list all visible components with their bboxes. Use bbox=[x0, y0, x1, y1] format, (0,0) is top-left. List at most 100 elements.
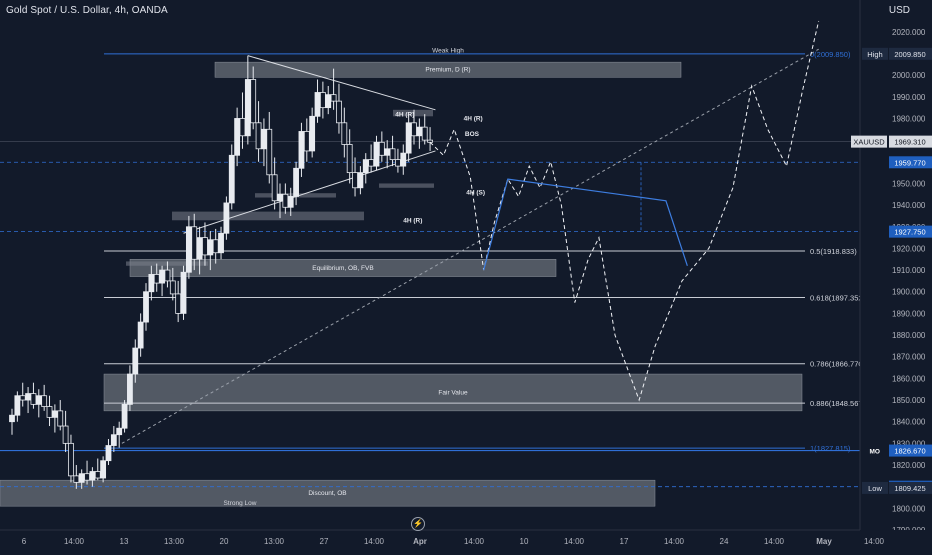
candle-body bbox=[293, 167, 299, 197]
x-tick-label: 13:00 bbox=[264, 537, 285, 546]
lightning-icon[interactable]: ⚡ bbox=[411, 517, 425, 531]
structure-annotation: 4H (R) bbox=[395, 111, 414, 118]
candle-body bbox=[105, 445, 112, 462]
candle-body bbox=[127, 373, 133, 405]
candle-body bbox=[405, 122, 412, 154]
y-tick-label: 1950.000 bbox=[892, 179, 926, 188]
candle-body bbox=[411, 122, 417, 137]
candle-body bbox=[68, 442, 74, 477]
candle-body bbox=[57, 410, 64, 427]
candle-body bbox=[261, 128, 267, 150]
candle-body bbox=[298, 131, 305, 169]
chart-area[interactable]: Weak High Premium, D (R) Equilibrium, OB, … bbox=[0, 0, 932, 550]
y-tick-label: 1880.000 bbox=[892, 331, 926, 340]
candle-body bbox=[191, 226, 198, 260]
zone-label: Discount, OB bbox=[308, 490, 346, 497]
zone-label: Fair Value bbox=[438, 389, 468, 396]
candle-body bbox=[30, 393, 37, 405]
y-tick-label: 1890.000 bbox=[892, 309, 926, 318]
candle-body bbox=[427, 139, 433, 143]
x-tick-label: 6 bbox=[22, 537, 27, 546]
candle-body bbox=[228, 154, 235, 204]
candle-body bbox=[175, 293, 182, 314]
extreme-tag-label: High bbox=[867, 50, 882, 59]
y-tick-label: 1910.000 bbox=[892, 266, 926, 275]
x-tick-label: 14:00 bbox=[364, 537, 385, 546]
structure-annotation: 4H (R) bbox=[403, 217, 422, 224]
candle-body bbox=[341, 122, 348, 145]
price-tag-value: 2009.850 bbox=[894, 50, 925, 59]
candle-body bbox=[14, 395, 21, 416]
order-block-box bbox=[172, 211, 364, 221]
candle-body bbox=[378, 141, 385, 156]
price-chart[interactable]: Weak HighPremium, D (R)Equilibrium, OB, … bbox=[0, 0, 932, 550]
fib-level-label: 0.786(1866.770) bbox=[810, 360, 866, 369]
fib-level-label: 0.618(1897.352) bbox=[810, 293, 866, 302]
candle-body bbox=[132, 347, 139, 375]
candle-body bbox=[255, 122, 262, 150]
candle-body bbox=[19, 395, 26, 401]
zone-label: Premium, D (R) bbox=[425, 67, 470, 74]
candle-body bbox=[9, 414, 15, 423]
x-tick-label: 14:00 bbox=[764, 537, 785, 546]
x-tick-label: 14:00 bbox=[64, 537, 85, 546]
y-tick-label: 1900.000 bbox=[892, 288, 926, 297]
x-tick-label: May bbox=[816, 537, 832, 546]
candle-body bbox=[153, 274, 160, 284]
candle-body bbox=[62, 425, 69, 444]
candle-body bbox=[395, 159, 401, 167]
candle-body bbox=[250, 79, 257, 124]
y-tick-label: 1990.000 bbox=[892, 93, 926, 102]
level-tag-label: MO bbox=[870, 449, 880, 456]
chart-title: Gold Spot / U.S. Dollar, 4h, OANDA bbox=[6, 5, 168, 16]
candle-body bbox=[239, 118, 246, 137]
candle-body bbox=[212, 239, 219, 254]
candle-body bbox=[416, 126, 423, 137]
y-tick-label: 1850.000 bbox=[892, 396, 926, 405]
structure-annotation: 4H (R) bbox=[464, 116, 483, 123]
candle-body bbox=[325, 94, 332, 109]
candle-body bbox=[389, 148, 396, 161]
candle-body bbox=[110, 434, 117, 446]
candle-body bbox=[94, 471, 101, 479]
candle-body bbox=[314, 92, 321, 117]
x-tick-label: 14:00 bbox=[664, 537, 685, 546]
extreme-tag-label: Low bbox=[868, 484, 882, 493]
candle-body bbox=[346, 144, 353, 174]
y-tick-label: 1920.000 bbox=[892, 244, 926, 253]
candle-body bbox=[266, 128, 273, 176]
candle-body bbox=[282, 193, 289, 208]
x-tick-label: 10 bbox=[520, 537, 529, 546]
candle-body bbox=[352, 172, 358, 189]
candle-body bbox=[362, 159, 369, 174]
x-tick-label: 17 bbox=[620, 537, 629, 546]
structure-annotation: 4H (S) bbox=[466, 189, 485, 196]
price-tag-value: 1809.425 bbox=[894, 484, 925, 493]
candle-body bbox=[137, 321, 144, 349]
fib-level-label: 1(1827.815) bbox=[810, 444, 851, 453]
symbol-tag-label: XAUUSD bbox=[853, 138, 885, 147]
x-tick-label: 24 bbox=[720, 537, 729, 546]
candle-body bbox=[384, 148, 391, 156]
candle-body bbox=[185, 226, 192, 273]
x-tick-label: 14:00 bbox=[464, 537, 485, 546]
candle-body bbox=[116, 427, 123, 436]
candle-body bbox=[164, 269, 171, 282]
y-tick-label: 1800.000 bbox=[892, 504, 926, 513]
candle-body bbox=[143, 291, 149, 323]
price-tag-value: 1959.770 bbox=[894, 158, 925, 167]
candle-body bbox=[218, 232, 224, 254]
candle-body bbox=[73, 475, 80, 483]
candle-body bbox=[78, 473, 85, 483]
candle-body bbox=[51, 410, 58, 418]
y-tick-label: 1820.000 bbox=[892, 461, 926, 470]
fib-level-label: 0.886(1848.567) bbox=[810, 399, 866, 408]
structure-annotation: BOS bbox=[465, 131, 480, 138]
y-tick-label: 2000.000 bbox=[892, 71, 926, 80]
candle-body bbox=[84, 473, 90, 481]
x-tick-label: 14:00 bbox=[564, 537, 585, 546]
fib-level-label: 0.5(1918.833) bbox=[810, 247, 857, 256]
fib-level-label: 0(2009.850) bbox=[810, 50, 851, 59]
candle-body bbox=[303, 131, 310, 152]
currency-label: USD bbox=[888, 5, 910, 16]
